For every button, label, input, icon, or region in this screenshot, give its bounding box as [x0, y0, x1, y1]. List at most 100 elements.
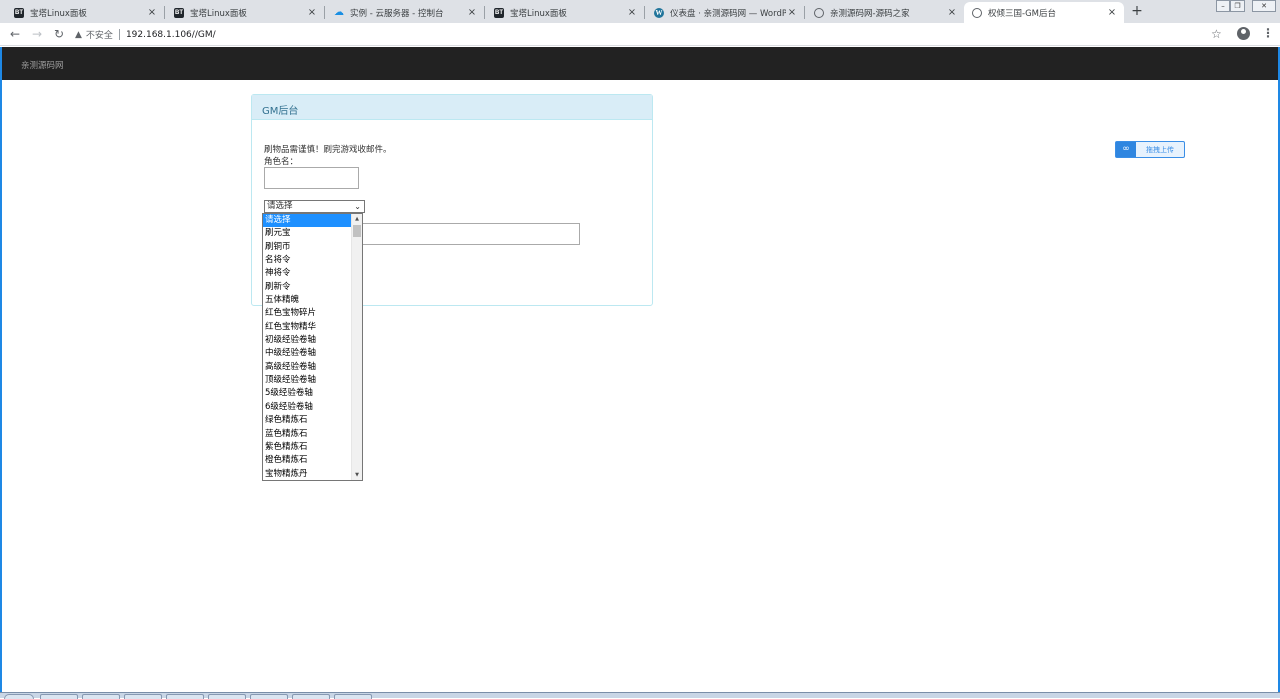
tab-gm-admin[interactable]: 权倾三国-GM后台 × — [964, 2, 1124, 23]
taskbar-app[interactable] — [166, 694, 204, 699]
select-option[interactable]: 红色宝物碎片 — [263, 307, 351, 320]
option-list: 请选择 刷元宝 刷铜币 名将令 神将令 刷新令 五体精魄 红色宝物碎片 红色宝物精华 初级经验卷轴… — [263, 214, 351, 480]
role-name-label: 角色名： — [264, 157, 299, 167]
select-option[interactable]: 名将令 — [263, 254, 351, 267]
close-icon[interactable]: × — [786, 7, 798, 18]
chevron-down-icon: ⌄ — [354, 202, 361, 211]
tab-cloud-console[interactable]: ☁ 实例 - 云服务器 - 控制台 × — [326, 2, 485, 23]
select-option[interactable]: 红色宝物精华 — [263, 321, 351, 334]
notice-text: 刷物品需谨慎！刷完游戏收邮件。 — [264, 145, 392, 155]
item-select-dropdown: 请选择 刷元宝 刷铜币 名将令 神将令 刷新令 五体精魄 红色宝物碎片 红色宝物精华 初级经验卷轴… — [262, 213, 363, 481]
tab-title: 宝塔Linux面板 — [190, 8, 247, 19]
taskbar-app[interactable] — [40, 694, 78, 699]
page-viewport: 亲测源码网 GM后台 刷物品需谨慎！刷完游戏收邮件。 角色名： 请选择 ⌄ ∞ … — [0, 47, 1280, 692]
item-select[interactable]: 请选择 ⌄ — [264, 200, 365, 213]
close-icon[interactable]: × — [466, 7, 478, 18]
tab-source-home[interactable]: 亲测源码网-源码之家 × — [806, 2, 964, 23]
tab-bt-1[interactable]: BT 宝塔Linux面板 × — [6, 2, 165, 23]
tab-bt-3[interactable]: BT 宝塔Linux面板 × — [486, 2, 645, 23]
taskbar-start-button[interactable] — [4, 694, 34, 699]
panel-heading: GM后台 — [252, 95, 652, 120]
select-option[interactable]: 5级经验卷轴 — [263, 387, 351, 400]
select-option[interactable]: 蓝色精炼石 — [263, 428, 351, 441]
close-icon[interactable]: × — [146, 7, 158, 18]
tab-wordpress[interactable]: W 仪表盘 · 亲测源码网 — WordPress × — [646, 2, 805, 23]
tab-bt-2[interactable]: BT 宝塔Linux面板 × — [166, 2, 325, 23]
tab-separator — [644, 6, 645, 19]
close-icon[interactable]: × — [306, 7, 318, 18]
role-name-input[interactable] — [264, 167, 359, 189]
minimize-button[interactable]: – — [1216, 0, 1230, 12]
select-option[interactable]: 刷铜币 — [263, 241, 351, 254]
tab-title: 宝塔Linux面板 — [510, 8, 567, 19]
wordpress-icon: W — [654, 7, 664, 18]
tab-title: 实例 - 云服务器 - 控制台 — [350, 8, 444, 19]
new-tab-button[interactable]: + — [1129, 3, 1145, 19]
select-option[interactable]: 中级经验卷轴 — [263, 347, 351, 360]
window-close-button[interactable]: ✕ — [1252, 0, 1276, 12]
taskbar-app[interactable] — [82, 694, 120, 699]
divider — [118, 29, 120, 40]
warning-icon: ▲ — [75, 29, 82, 40]
browser-toolbar: ← → ↻ ▲ 不安全 192.168.1.106//GM/ — [0, 23, 1280, 46]
drag-upload-button[interactable]: ∞ 拖拽上传 — [1115, 141, 1185, 158]
scroll-thumb[interactable] — [353, 225, 361, 237]
bt-icon: BT — [14, 7, 24, 18]
select-option[interactable]: 刷新令 — [263, 281, 351, 294]
tab-title: 亲测源码网-源码之家 — [830, 8, 910, 19]
upload-label: 拖拽上传 — [1146, 145, 1174, 154]
dropdown-scrollbar[interactable]: ▲ ▼ — [351, 214, 362, 480]
tab-separator — [324, 6, 325, 19]
select-option[interactable]: 神将令 — [263, 267, 351, 280]
close-icon[interactable]: × — [1106, 7, 1118, 18]
cloud-icon: ☁ — [334, 7, 344, 18]
taskbar-app[interactable] — [124, 694, 162, 699]
tab-title: 仪表盘 · 亲测源码网 — WordPress — [670, 8, 786, 19]
item-select-value: 请选择 — [267, 201, 293, 211]
back-button[interactable]: ← — [8, 27, 22, 41]
close-icon[interactable]: × — [946, 7, 958, 18]
maximize-button[interactable]: ❐ — [1230, 0, 1245, 12]
select-option[interactable]: 高级经验卷轴 — [263, 361, 351, 374]
menu-icon[interactable]: ⋮ — [1262, 26, 1274, 40]
bt-icon: BT — [174, 7, 184, 18]
select-option[interactable]: 紫色精炼石 — [263, 441, 351, 454]
scroll-up-icon[interactable]: ▲ — [352, 214, 362, 224]
taskbar-app[interactable] — [250, 694, 288, 699]
url-text[interactable]: 192.168.1.106//GM/ — [126, 30, 216, 40]
taskbar-app[interactable] — [208, 694, 246, 699]
scroll-down-icon[interactable]: ▼ — [352, 470, 362, 480]
select-option[interactable]: 五体精魄 — [263, 294, 351, 307]
site-navbar: 亲测源码网 — [2, 47, 1278, 80]
reload-button[interactable]: ↻ — [52, 27, 66, 41]
taskbar-app[interactable] — [292, 694, 330, 699]
tab-title: 宝塔Linux面板 — [30, 8, 87, 19]
baidu-netdisk-icon: ∞ — [1116, 142, 1136, 157]
os-taskbar — [0, 692, 1280, 699]
select-option[interactable]: 宝物精炼丹 — [263, 468, 351, 480]
tab-separator — [164, 6, 165, 19]
forward-button[interactable]: → — [30, 27, 44, 41]
tab-title: 权倾三国-GM后台 — [988, 8, 1056, 19]
brand-link[interactable]: 亲测源码网 — [21, 59, 64, 71]
bookmark-star-icon[interactable]: ☆ — [1211, 27, 1222, 41]
taskbar-app[interactable] — [334, 694, 372, 699]
tab-separator — [804, 6, 805, 19]
select-option[interactable]: 顶级经验卷轴 — [263, 374, 351, 387]
select-option[interactable]: 6级经验卷轴 — [263, 401, 351, 414]
globe-icon — [972, 7, 982, 18]
security-label: 不安全 — [85, 31, 113, 41]
tab-strip: BT 宝塔Linux面板 × BT 宝塔Linux面板 × ☁ 实例 - 云服务… — [0, 0, 1280, 23]
quantity-input[interactable] — [362, 223, 580, 245]
close-icon[interactable]: × — [626, 7, 638, 18]
select-option[interactable]: 绿色精炼石 — [263, 414, 351, 427]
address-bar[interactable]: ▲ 不安全 192.168.1.106//GM/ — [75, 26, 1225, 43]
select-option[interactable]: 初级经验卷轴 — [263, 334, 351, 347]
select-option[interactable]: 橙色精炼石 — [263, 454, 351, 467]
select-option[interactable]: 刷元宝 — [263, 227, 351, 240]
bt-icon: BT — [494, 7, 504, 18]
globe-icon — [814, 7, 824, 18]
profile-avatar-icon[interactable] — [1237, 27, 1250, 40]
select-option[interactable]: 请选择 — [263, 214, 351, 228]
tab-separator — [484, 6, 485, 19]
